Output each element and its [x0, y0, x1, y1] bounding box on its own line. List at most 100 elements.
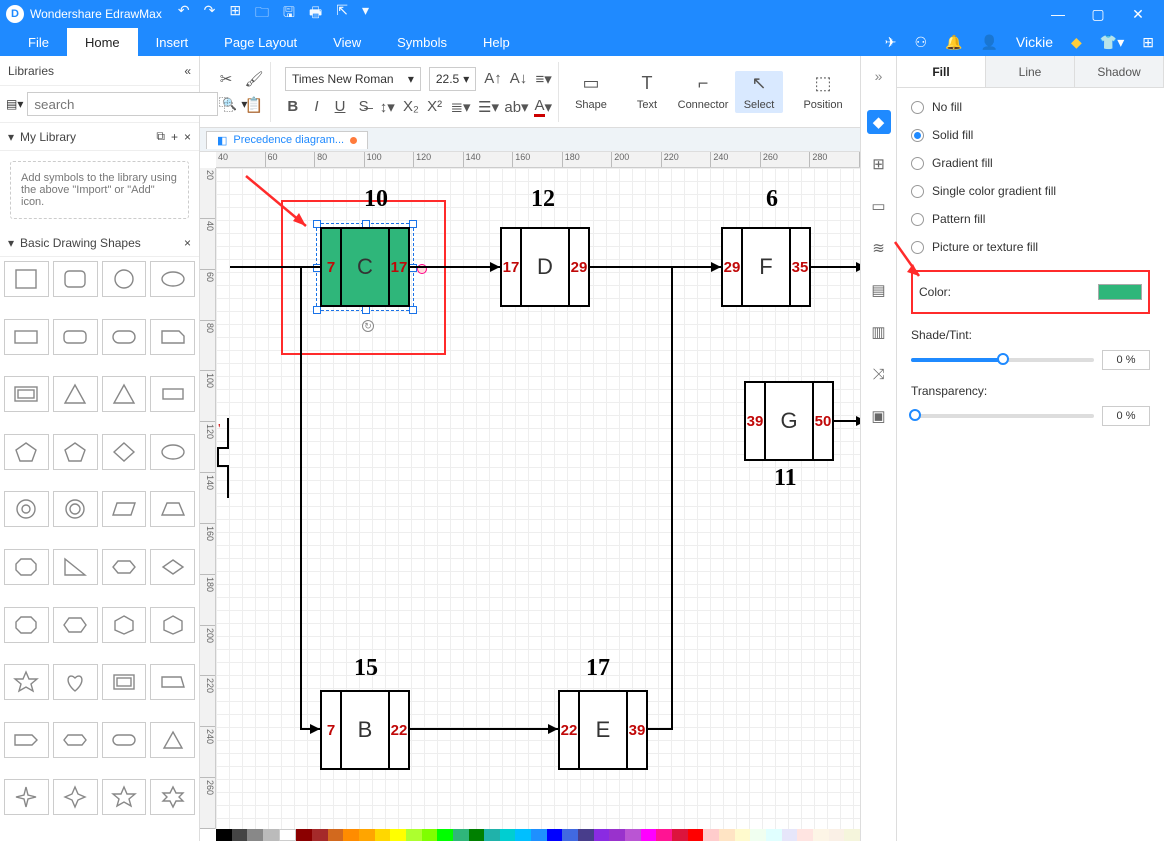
canvas[interactable]: 406080100120140160180200220240260280 204…: [200, 152, 860, 841]
font-select[interactable]: Times New Roman▾: [285, 67, 421, 91]
shape-rect2[interactable]: [150, 376, 195, 412]
node-b[interactable]: 7 B 22: [320, 690, 410, 770]
tab-insert[interactable]: Insert: [138, 28, 207, 56]
shape-rtriangle[interactable]: [53, 549, 98, 585]
shape-square[interactable]: [4, 261, 49, 297]
rail-grid-icon[interactable]: ⊞: [867, 152, 891, 176]
shape-heptagon[interactable]: [102, 607, 147, 643]
shape-pentagon2[interactable]: [53, 434, 98, 470]
user-icon[interactable]: 👤: [980, 34, 997, 51]
shape-triangle2[interactable]: [102, 376, 147, 412]
minimize-button[interactable]: —: [1038, 6, 1078, 22]
tab-symbols[interactable]: Symbols: [379, 28, 465, 56]
shape-heart[interactable]: [53, 664, 98, 700]
node-d[interactable]: 17 D 29: [500, 227, 590, 307]
text-button[interactable]: TText: [623, 71, 671, 113]
color-swatch[interactable]: [1098, 284, 1142, 300]
node-e[interactable]: 22 E 39: [558, 690, 648, 770]
underline-icon[interactable]: U: [332, 97, 348, 117]
radio-patternfill[interactable]: Pattern fill: [911, 212, 1150, 226]
bold-icon[interactable]: B: [285, 97, 301, 117]
apps-icon[interactable]: ⊞: [1142, 34, 1154, 51]
shape-hex[interactable]: [102, 549, 147, 585]
italic-icon[interactable]: I: [309, 97, 325, 117]
share-icon[interactable]: ⚇: [914, 34, 927, 51]
shade-value[interactable]: 0 %: [1102, 350, 1150, 370]
group-button[interactable]: ⬚⬚Group: [855, 71, 860, 113]
shape-star5[interactable]: [102, 779, 147, 815]
shape-trap2[interactable]: [150, 664, 195, 700]
grow-font-icon[interactable]: A↑: [484, 69, 502, 89]
user-name[interactable]: Vickie: [1016, 34, 1053, 50]
shape-circle[interactable]: [102, 261, 147, 297]
radio-solidfill[interactable]: Solid fill: [911, 128, 1150, 142]
list-icon[interactable]: ☰▾: [478, 97, 498, 117]
shape-octagon[interactable]: [4, 549, 49, 585]
formatpainter-icon[interactable]: 🖌: [244, 69, 264, 89]
radio-singlegradient[interactable]: Single color gradient fill: [911, 184, 1150, 198]
spacing-icon[interactable]: ↕▾: [379, 97, 395, 117]
highlight-icon[interactable]: ab▾: [506, 97, 526, 117]
shape-hex2[interactable]: [53, 607, 98, 643]
shape-tri3[interactable]: [150, 722, 195, 758]
radio-gradientfill[interactable]: Gradient fill: [911, 156, 1150, 170]
transparency-value[interactable]: 0 %: [1102, 406, 1150, 426]
basic-shapes-section[interactable]: ▾ Basic Drawing Shapes ×: [0, 229, 199, 257]
shape-tag[interactable]: [4, 722, 49, 758]
align-icon[interactable]: ≡▾: [535, 69, 552, 89]
strike-icon[interactable]: S̶: [356, 97, 372, 117]
tshirt-icon[interactable]: 👕▾: [1100, 34, 1124, 51]
shape-oval2[interactable]: [150, 434, 195, 470]
shape-roundrect[interactable]: [53, 319, 98, 355]
color-bar[interactable]: [216, 829, 860, 841]
collapse-left-icon[interactable]: «: [184, 64, 191, 78]
shape-parallelogram[interactable]: [102, 491, 147, 527]
fontcolor-icon[interactable]: A▾: [534, 97, 552, 117]
radio-picturefill[interactable]: Picture or texture fill: [911, 240, 1150, 254]
rtab-line[interactable]: Line: [986, 56, 1075, 87]
more-icon[interactable]: ▾: [362, 2, 369, 26]
shape-pill[interactable]: [102, 722, 147, 758]
shape-tag2[interactable]: [53, 722, 98, 758]
shape-diamond[interactable]: [102, 434, 147, 470]
sup-icon[interactable]: X²: [427, 97, 443, 117]
rail-shuffle-icon[interactable]: ⤨: [867, 362, 891, 386]
radio-nofill[interactable]: No fill: [911, 100, 1150, 114]
shape-triangle[interactable]: [53, 376, 98, 412]
select-button[interactable]: ↖Select: [735, 71, 783, 113]
tab-home[interactable]: Home: [67, 28, 138, 56]
shape-ellipse[interactable]: [150, 261, 195, 297]
rtab-shadow[interactable]: Shadow: [1075, 56, 1164, 87]
diamond-icon[interactable]: ◆: [1071, 34, 1082, 51]
print-icon[interactable]: 🖶: [309, 2, 322, 26]
close-section-icon[interactable]: ×: [184, 236, 191, 250]
position-button[interactable]: ⬚Position: [799, 71, 847, 113]
bullets-icon[interactable]: ≣▾: [450, 97, 470, 117]
shade-slider[interactable]: [911, 358, 1094, 362]
new-icon[interactable]: ⊞: [229, 2, 241, 26]
rail-chart-icon[interactable]: ▥: [867, 320, 891, 344]
tab-help[interactable]: Help: [465, 28, 528, 56]
shape-frame2[interactable]: [102, 664, 147, 700]
shrink-font-icon[interactable]: A↓: [510, 69, 528, 89]
canvas-grid[interactable]: 10 12 6 ↻ 7 C 17 17: [216, 168, 860, 829]
node-g[interactable]: 39 G 50: [744, 381, 834, 461]
size-select[interactable]: 22.5▾: [429, 67, 476, 91]
import-icon[interactable]: ⧉: [156, 129, 165, 144]
close-button[interactable]: ✕: [1118, 6, 1158, 23]
node-f[interactable]: 29 F 35: [721, 227, 811, 307]
redo-icon[interactable]: ↷: [204, 2, 216, 26]
tab-view[interactable]: View: [315, 28, 379, 56]
rail-present-icon[interactable]: ▣: [867, 404, 891, 428]
shape-star6[interactable]: [150, 779, 195, 815]
tab-pagelayout[interactable]: Page Layout: [206, 28, 315, 56]
shape-frame[interactable]: [4, 376, 49, 412]
shape-burst[interactable]: [4, 664, 49, 700]
cut-icon[interactable]: ✂: [216, 69, 236, 89]
open-icon[interactable]: 🗀: [255, 2, 269, 26]
rail-fill-icon[interactable]: ◆: [867, 110, 891, 134]
rtab-fill[interactable]: Fill: [897, 56, 986, 87]
shape-snip[interactable]: [150, 319, 195, 355]
shape-ring[interactable]: [4, 491, 49, 527]
shape-rounded[interactable]: [53, 261, 98, 297]
